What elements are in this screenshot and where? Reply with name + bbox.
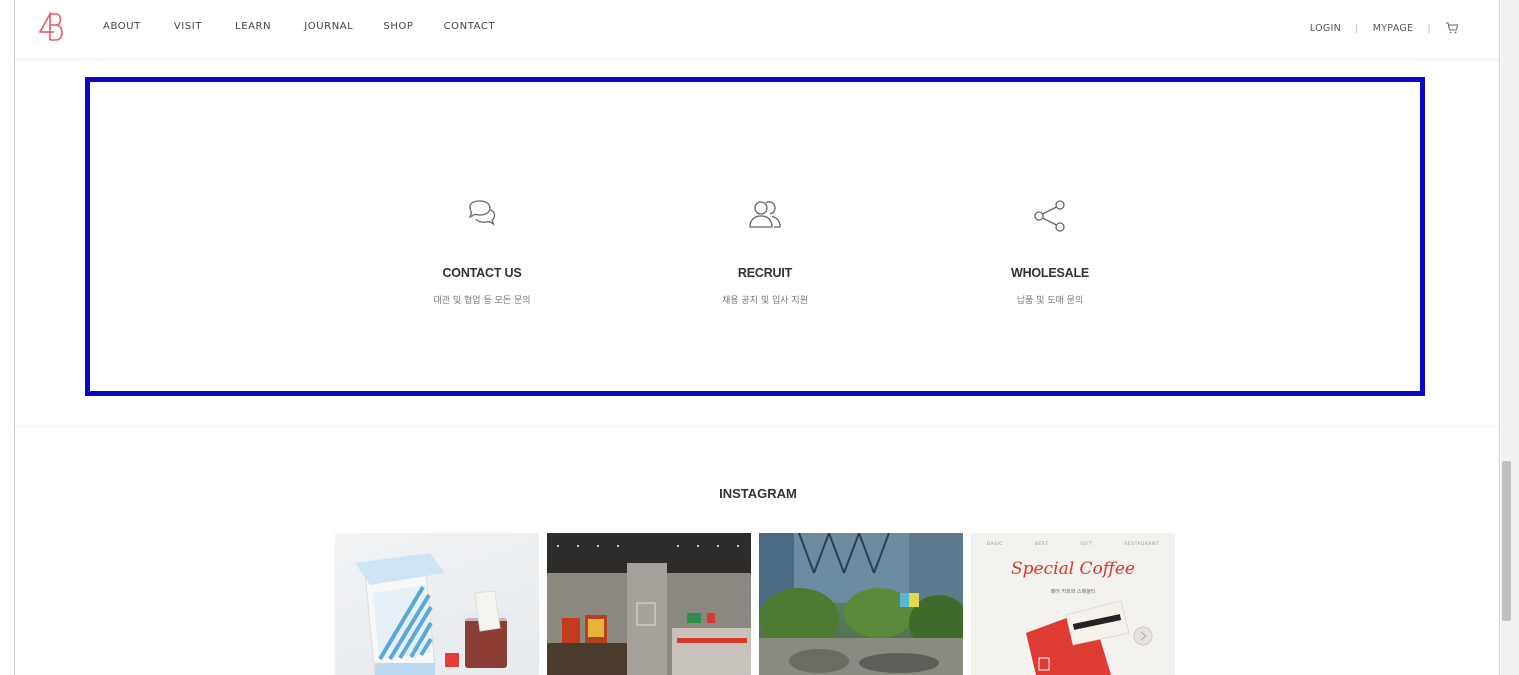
wholesale-subtitle: 납품 및 도매 문의 <box>1016 296 1084 306</box>
cart-icon[interactable] <box>1445 21 1459 35</box>
nav-shop[interactable]: SHOP <box>383 21 413 32</box>
instagram-post-2[interactable] <box>547 533 751 675</box>
scrollbar-thumb[interactable] <box>1502 461 1511 621</box>
instagram-post-4[interactable]: BASIC BEST GIFT RESTAURANT Special Coffe… <box>971 533 1175 675</box>
recruit-card[interactable]: RECRUIT 채용 공지 및 입사 지원 <box>655 197 875 306</box>
instagram-gallery: BASIC BEST GIFT RESTAURANT Special Coffe… <box>335 533 1175 675</box>
util-separator: | <box>1355 22 1359 34</box>
main-nav: ABOUT VISIT LEARN JOURNAL SHOP CONTACT <box>103 21 495 32</box>
mypage-link[interactable]: MYPAGE <box>1373 23 1414 34</box>
login-link[interactable]: LOGIN <box>1310 23 1341 34</box>
utility-nav: LOGIN | MYPAGE | <box>1310 21 1459 35</box>
instagram-post-3[interactable] <box>759 533 963 675</box>
contact-section: CONTACT US 대관 및 협업 등 모든 문의 RECRUIT 채용 공지… <box>85 77 1425 396</box>
page-frame: ABOUT VISIT LEARN JOURNAL SHOP CONTACT L… <box>14 0 1501 675</box>
nav-about[interactable]: ABOUT <box>103 21 141 32</box>
contact-us-card[interactable]: CONTACT US 대관 및 협업 등 모든 문의 <box>372 197 592 306</box>
nav-visit[interactable]: VISIT <box>174 21 202 32</box>
nav-learn[interactable]: LEARN <box>235 21 271 32</box>
site-header: ABOUT VISIT LEARN JOURNAL SHOP CONTACT L… <box>15 0 1501 60</box>
util-separator: | <box>1427 22 1431 34</box>
people-icon <box>749 201 781 228</box>
chat-bubbles-icon <box>468 200 496 226</box>
wholesale-title: WHOLESALE <box>1010 266 1090 280</box>
drip-bag-box-photo <box>1026 600 1153 675</box>
recruit-title: RECRUIT <box>737 266 793 280</box>
drip-coffee-photo <box>355 553 509 675</box>
brand-logo[interactable] <box>37 10 67 44</box>
instagram-post-1[interactable] <box>335 533 539 675</box>
wholesale-card[interactable]: WHOLESALE 납품 및 도매 문의 <box>940 197 1160 306</box>
contact-us-title: CONTACT US <box>442 266 522 280</box>
instagram-title: INSTAGRAM <box>719 486 797 501</box>
nav-contact[interactable]: CONTACT <box>444 21 496 32</box>
nav-journal[interactable]: JOURNAL <box>304 21 353 32</box>
contact-us-subtitle: 대관 및 협업 등 모든 문의 <box>433 296 531 306</box>
store-interior-photo <box>547 533 751 675</box>
recruit-subtitle: 채용 공지 및 입사 지원 <box>722 296 808 306</box>
section-divider <box>15 426 1501 427</box>
building-trees-photo <box>759 533 963 675</box>
share-icon <box>1034 200 1065 232</box>
